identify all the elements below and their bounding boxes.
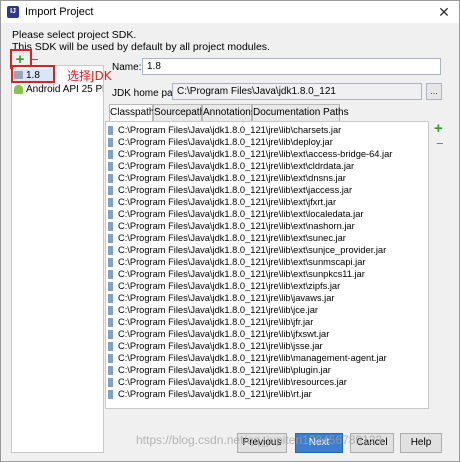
list-item[interactable]: C:\Program Files\Java\jdk1.8.0_121\jre\l…	[108, 304, 318, 316]
list-item[interactable]: C:\Program Files\Java\jdk1.8.0_121\jre\l…	[108, 184, 352, 196]
list-item[interactable]: C:\Program Files\Java\jdk1.8.0_121\jre\l…	[108, 160, 354, 172]
list-item[interactable]: C:\Program Files\Java\jdk1.8.0_121\jre\l…	[108, 196, 336, 208]
list-item[interactable]: C:\Program Files\Java\jdk1.8.0_121\jre\l…	[108, 268, 365, 280]
window-title: Import Project	[25, 6, 94, 18]
jar-icon	[108, 270, 113, 280]
help-button[interactable]: Help	[400, 433, 442, 453]
list-item[interactable]: C:\Program Files\Java\jdk1.8.0_121\jre\l…	[108, 280, 340, 292]
jar-icon	[108, 150, 113, 160]
jar-icon	[108, 258, 113, 268]
list-item[interactable]: C:\Program Files\Java\jdk1.8.0_121\jre\l…	[108, 124, 341, 136]
list-item[interactable]: C:\Program Files\Java\jdk1.8.0_121\jre\l…	[108, 352, 387, 364]
import-project-dialog: IJ Import Project ✕ Please select projec…	[0, 0, 460, 462]
sdk-list: 1.8 Android API 25 Platform	[11, 65, 104, 453]
sdk-item-label: Android API 25 Platform	[26, 84, 104, 95]
previous-button[interactable]: Previous	[237, 433, 287, 453]
intellij-icon: IJ	[7, 6, 19, 18]
list-item[interactable]: C:\Program Files\Java\jdk1.8.0_121\jre\l…	[108, 232, 346, 244]
cancel-button[interactable]: Cancel	[350, 433, 394, 453]
name-label: Name:	[112, 62, 142, 73]
jar-icon	[108, 366, 113, 376]
tab-classpath[interactable]: Classpath	[109, 104, 154, 122]
name-field[interactable]: 1.8	[142, 58, 441, 75]
list-item[interactable]: C:\Program Files\Java\jdk1.8.0_121\jre\l…	[108, 136, 333, 148]
description-line-1: Please select project SDK.	[12, 29, 137, 41]
android-icon	[14, 84, 23, 94]
highlight-box-sdk	[11, 65, 55, 83]
close-button[interactable]: ✕	[435, 3, 453, 21]
jar-icon	[108, 174, 113, 184]
list-item[interactable]: C:\Program Files\Java\jdk1.8.0_121\jre\l…	[108, 328, 329, 340]
jdk-home-path-field[interactable]: C:\Program Files\Java\jdk1.8.0_121	[172, 83, 422, 100]
tab-documentation-paths[interactable]: Documentation Paths	[252, 104, 349, 121]
jar-icon	[108, 390, 113, 400]
jar-icon	[108, 234, 113, 244]
tab-annotations[interactable]: Annotations	[202, 104, 256, 121]
classpath-list: C:\Program Files\Java\jdk1.8.0_121\jre\l…	[105, 121, 429, 409]
list-item[interactable]: C:\Program Files\Java\jdk1.8.0_121\jre\l…	[108, 340, 323, 352]
jar-icon	[108, 354, 113, 364]
title-bar: IJ Import Project ✕	[1, 1, 459, 23]
jar-icon	[108, 246, 113, 256]
jar-icon	[108, 378, 113, 388]
list-item[interactable]: C:\Program Files\Java\jdk1.8.0_121\jre\l…	[108, 244, 386, 256]
jar-icon	[108, 294, 113, 304]
jar-icon	[108, 162, 113, 172]
jar-icon	[108, 126, 113, 136]
jar-icon	[108, 138, 113, 148]
tab-sourcepath[interactable]: Sourcepath	[153, 104, 205, 121]
list-item[interactable]: C:\Program Files\Java\jdk1.8.0_121\jre\l…	[108, 292, 335, 304]
list-item[interactable]: C:\Program Files\Java\jdk1.8.0_121\jre\l…	[108, 220, 355, 232]
jar-icon	[108, 198, 113, 208]
list-item[interactable]: C:\Program Files\Java\jdk1.8.0_121\jre\l…	[108, 376, 347, 388]
browse-button[interactable]: ...	[426, 83, 442, 100]
next-button[interactable]: Next	[295, 433, 343, 453]
jar-icon	[108, 210, 113, 220]
add-classpath-icon[interactable]: +	[434, 121, 443, 136]
list-item[interactable]: C:\Program Files\Java\jdk1.8.0_121\jre\l…	[108, 148, 392, 160]
remove-classpath-icon[interactable]: −	[436, 137, 444, 151]
list-item[interactable]: C:\Program Files\Java\jdk1.8.0_121\jre\l…	[108, 364, 331, 376]
jar-icon	[108, 330, 113, 340]
jar-icon	[108, 306, 113, 316]
annotation-select-jdk: 选择JDK	[67, 69, 112, 83]
description-line-2: This SDK will be used by default by all …	[12, 41, 270, 53]
list-item[interactable]: C:\Program Files\Java\jdk1.8.0_121\jre\l…	[108, 256, 366, 268]
list-item[interactable]: C:\Program Files\Java\jdk1.8.0_121\jre\l…	[108, 316, 313, 328]
jar-icon	[108, 186, 113, 196]
list-item[interactable]: C:\Program Files\Java\jdk1.8.0_121\jre\l…	[108, 388, 312, 400]
list-item[interactable]: C:\Program Files\Java\jdk1.8.0_121\jre\l…	[108, 172, 346, 184]
jar-icon	[108, 342, 113, 352]
jar-icon	[108, 318, 113, 328]
jar-icon	[108, 282, 113, 292]
list-item[interactable]: C:\Program Files\Java\jdk1.8.0_121\jre\l…	[108, 208, 363, 220]
sdk-item-android-api-25[interactable]: Android API 25 Platform	[14, 83, 104, 97]
jar-icon	[108, 222, 113, 232]
